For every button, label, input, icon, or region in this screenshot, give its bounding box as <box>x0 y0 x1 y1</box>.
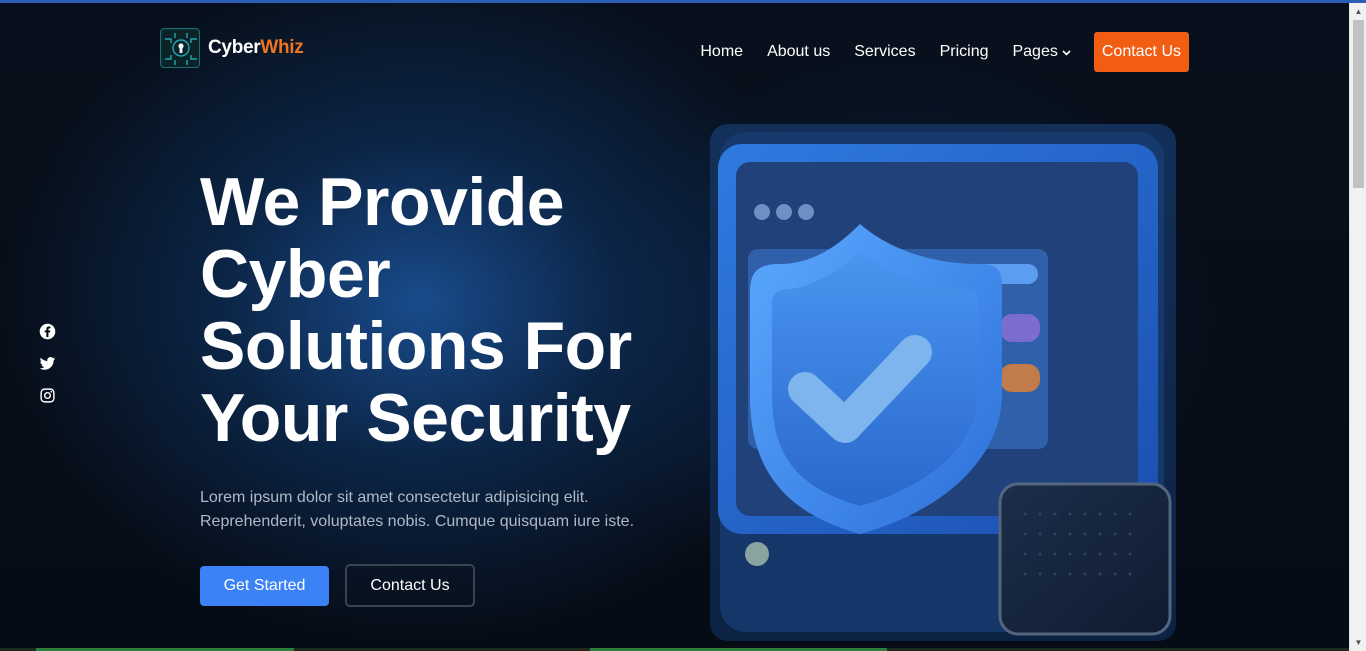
nav-home[interactable]: Home <box>700 32 743 72</box>
brand-logo[interactable]: CyberWhiz <box>160 28 304 68</box>
nav-services[interactable]: Services <box>854 32 915 72</box>
vertical-scrollbar[interactable]: ▲ ▼ <box>1349 3 1366 651</box>
hero-title-line-1: We Provide <box>200 164 565 240</box>
scrollbar-thumb[interactable] <box>1353 20 1364 188</box>
hero-description-line-2: Reprehenderit, voluptates nobis. Cumque … <box>200 513 635 530</box>
circuit-keyhole-icon <box>160 28 200 68</box>
nav-pricing[interactable]: Pricing <box>940 32 989 72</box>
brand-name: CyberWhiz <box>208 37 304 59</box>
main-nav: Home About us Services Pricing Pages Con… <box>700 31 1189 73</box>
hero-title-line-3: Solutions For <box>200 308 632 384</box>
twitter-icon[interactable] <box>39 355 56 372</box>
shield-checkmark-browser-illustration <box>710 124 1176 641</box>
hero-title-line-4: Your Security <box>200 380 631 456</box>
hero-page: CyberWhiz Home About us Services Pricing… <box>0 3 1349 648</box>
hero-description: Lorem ipsum dolor sit amet consectetur a… <box>200 486 670 534</box>
instagram-icon[interactable] <box>39 387 56 404</box>
nav-pages-label: Pages <box>1012 43 1058 60</box>
social-links <box>39 323 56 419</box>
hero-contact-button[interactable]: Contact Us <box>345 564 475 607</box>
get-started-button[interactable]: Get Started <box>200 566 329 606</box>
hero-title-line-2: Cyber <box>200 236 391 312</box>
brand-name-part1: Cyber <box>208 37 261 58</box>
hero-title: We Provide Cyber Solutions For Your Secu… <box>200 166 680 454</box>
hero-description-line-1: Lorem ipsum dolor sit amet consectetur a… <box>200 489 589 506</box>
facebook-icon[interactable] <box>39 323 56 340</box>
chevron-down-icon <box>1062 33 1071 73</box>
nav-contact-button[interactable]: Contact Us <box>1093 32 1189 72</box>
scroll-down-arrow-icon[interactable]: ▼ <box>1350 634 1366 651</box>
scroll-up-arrow-icon[interactable]: ▲ <box>1350 3 1366 20</box>
nav-about[interactable]: About us <box>767 32 830 72</box>
nav-pages[interactable]: Pages <box>1012 31 1071 73</box>
brand-name-part2: Whiz <box>260 37 304 58</box>
